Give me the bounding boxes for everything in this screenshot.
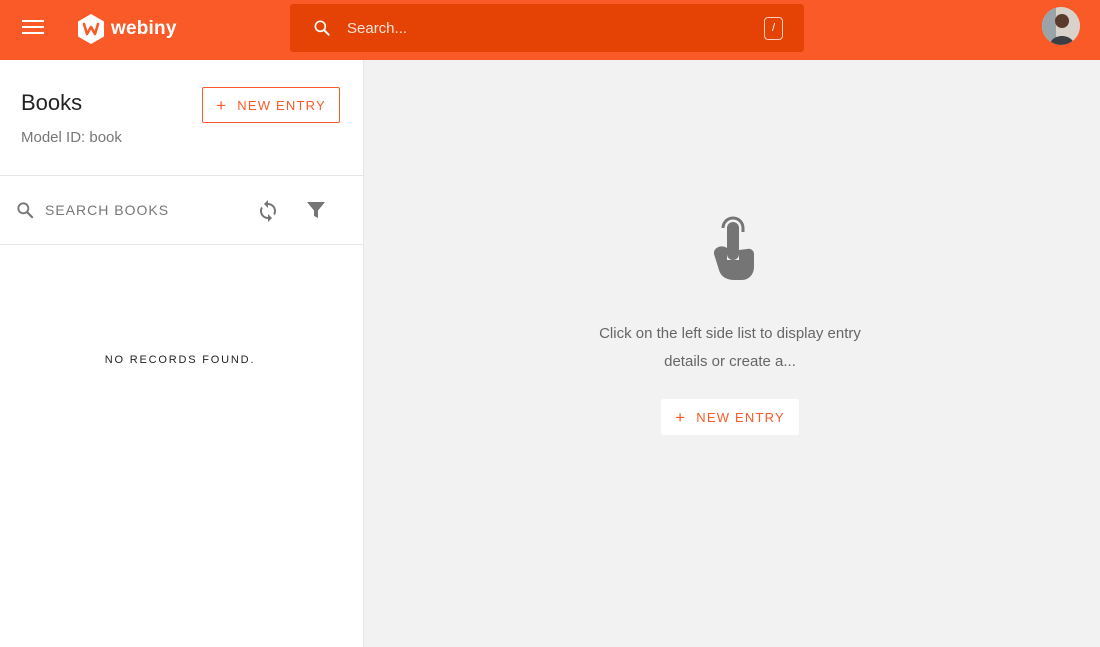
global-search-input[interactable]: [347, 17, 747, 39]
divider: [0, 244, 364, 245]
avatar-icon: [1042, 7, 1080, 45]
plus-icon: +: [675, 407, 687, 427]
plus-icon: +: [216, 95, 228, 115]
refresh-icon[interactable]: [256, 198, 280, 222]
entry-details-empty-state: Click on the left side list to display e…: [365, 60, 1100, 647]
brand-name: webiny: [111, 18, 177, 39]
filter-icon[interactable]: [304, 198, 328, 222]
new-entry-label: NEW ENTRY: [696, 409, 785, 425]
page-title: Books: [21, 90, 83, 115]
top-bar: webiny /: [0, 0, 1100, 60]
model-id-label: Model ID: book: [21, 129, 122, 146]
divider: [0, 175, 364, 176]
touch-hand-icon: [713, 216, 754, 280]
empty-state-message: Click on the left side list to display e…: [599, 325, 861, 370]
hamburger-menu-icon[interactable]: [22, 20, 44, 38]
new-entry-button[interactable]: + NEW ENTRY: [202, 87, 340, 123]
user-avatar[interactable]: [1042, 7, 1080, 45]
search-icon: [314, 20, 330, 36]
new-entry-button[interactable]: + NEW ENTRY: [661, 399, 799, 435]
search-books-input[interactable]: [45, 200, 235, 220]
shortcut-key-badge: /: [764, 17, 783, 40]
entries-list-panel: Books Model ID: book + NEW ENTRY NO RECO…: [0, 60, 364, 647]
global-search[interactable]: /: [290, 4, 804, 52]
webiny-logo[interactable]: webiny: [77, 11, 177, 47]
search-icon: [17, 202, 34, 219]
webiny-logo-icon: [78, 14, 104, 44]
new-entry-label: NEW ENTRY: [237, 97, 326, 113]
no-records-message: NO RECORDS FOUND.: [104, 354, 256, 366]
